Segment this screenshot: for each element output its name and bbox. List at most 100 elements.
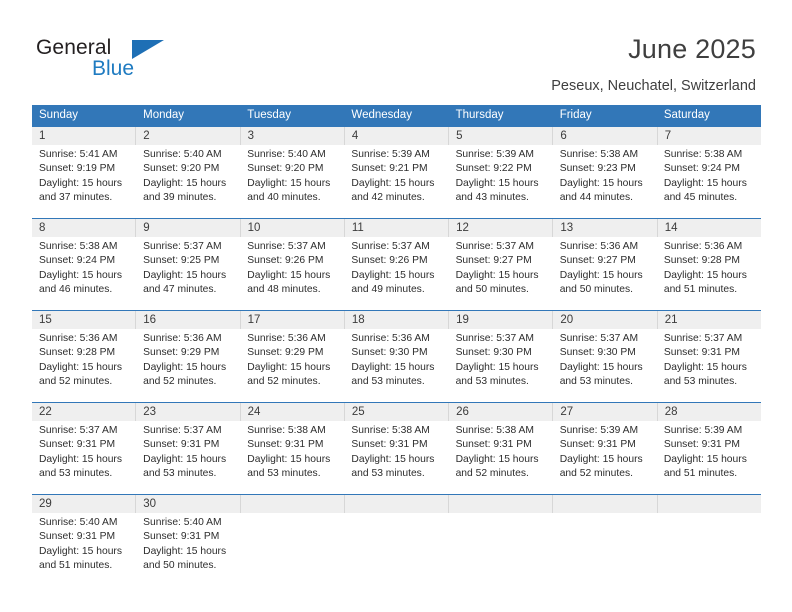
weekday-header-sunday: Sunday xyxy=(39,109,79,121)
day-sun-info: Sunrise: 5:38 AM Sunset: 9:31 PM Dayligh… xyxy=(247,425,331,480)
day-sun-info-empty xyxy=(240,513,344,577)
day-number[interactable]: 12 xyxy=(448,219,552,237)
day-number[interactable]: 10 xyxy=(239,219,344,237)
calendar-grid: Sunday Monday Tuesday Wednesday Thursday… xyxy=(32,105,761,577)
day-sun-info: Sunrise: 5:37 AM Sunset: 9:27 PM Dayligh… xyxy=(455,241,539,296)
week-info-band: Sunrise: 5:40 AM Sunset: 9:31 PM Dayligh… xyxy=(32,513,761,577)
day-sun-info: Sunrise: 5:39 AM Sunset: 9:31 PM Dayligh… xyxy=(663,425,747,480)
day-sun-info: Sunrise: 5:36 AM Sunset: 9:29 PM Dayligh… xyxy=(143,333,227,388)
week-row: 8 9 10 11 12 13 14 Sunrise: 5:38 AM Suns… xyxy=(32,218,761,301)
week-row: 22 23 24 25 26 27 28 Sunrise: 5:37 AM Su… xyxy=(32,402,761,485)
day-sun-info: Sunrise: 5:37 AM Sunset: 9:26 PM Dayligh… xyxy=(351,241,435,296)
week-daynumber-band: 8 9 10 11 12 13 14 xyxy=(32,219,761,237)
day-sun-info: Sunrise: 5:37 AM Sunset: 9:31 PM Dayligh… xyxy=(663,333,747,388)
day-number[interactable]: 19 xyxy=(448,311,552,329)
day-number[interactable]: 5 xyxy=(448,127,552,145)
day-sun-info: Sunrise: 5:37 AM Sunset: 9:31 PM Dayligh… xyxy=(143,425,227,480)
week-daynumber-band: 1 2 3 4 5 6 7 xyxy=(32,127,761,145)
day-number[interactable]: 16 xyxy=(135,311,239,329)
day-sun-info: Sunrise: 5:37 AM Sunset: 9:30 PM Dayligh… xyxy=(559,333,643,388)
day-sun-info: Sunrise: 5:36 AM Sunset: 9:30 PM Dayligh… xyxy=(351,333,435,388)
page-subtitle-location: Peseux, Neuchatel, Switzerland xyxy=(551,78,756,94)
week-info-band: Sunrise: 5:36 AM Sunset: 9:28 PM Dayligh… xyxy=(32,329,761,393)
day-sun-info: Sunrise: 5:37 AM Sunset: 9:31 PM Dayligh… xyxy=(39,425,122,480)
day-number[interactable]: 4 xyxy=(343,127,448,145)
week-daynumber-band: 29 30 xyxy=(32,495,761,513)
weekday-header-thursday: Thursday xyxy=(455,109,504,121)
day-number[interactable]: 22 xyxy=(32,403,135,421)
day-sun-info: Sunrise: 5:40 AM Sunset: 9:31 PM Dayligh… xyxy=(39,517,122,572)
weekday-header-wednesday: Wednesday xyxy=(351,109,412,121)
day-sun-info-empty xyxy=(553,513,657,577)
logo-text-blue: Blue xyxy=(92,57,135,80)
day-number[interactable]: 1 xyxy=(32,127,135,145)
weekday-header-saturday: Saturday xyxy=(663,109,710,121)
day-sun-info: Sunrise: 5:37 AM Sunset: 9:26 PM Dayligh… xyxy=(247,241,331,296)
day-number-empty xyxy=(656,495,761,513)
day-number-empty xyxy=(239,495,344,513)
weekday-header-friday: Friday xyxy=(559,109,592,121)
general-blue-logo[interactable]: General Blue xyxy=(36,36,166,84)
day-number[interactable]: 20 xyxy=(552,311,656,329)
week-info-band: Sunrise: 5:38 AM Sunset: 9:24 PM Dayligh… xyxy=(32,237,761,301)
day-sun-info: Sunrise: 5:40 AM Sunset: 9:20 PM Dayligh… xyxy=(143,149,227,204)
weekday-header-tuesday: Tuesday xyxy=(247,109,291,121)
week-daynumber-band: 15 16 17 18 19 20 21 xyxy=(32,311,761,329)
week-row: 1 2 3 4 5 6 7 Sunrise: 5:41 AM Sunset: 9… xyxy=(32,126,761,209)
day-sun-info: Sunrise: 5:37 AM Sunset: 9:25 PM Dayligh… xyxy=(143,241,227,296)
day-number[interactable]: 27 xyxy=(552,403,656,421)
calendar-page: General Blue June 2025 Peseux, Neuchatel… xyxy=(0,0,792,612)
day-number[interactable]: 21 xyxy=(656,311,761,329)
day-sun-info: Sunrise: 5:37 AM Sunset: 9:30 PM Dayligh… xyxy=(455,333,539,388)
day-number[interactable]: 30 xyxy=(135,495,239,513)
week-info-band: Sunrise: 5:37 AM Sunset: 9:31 PM Dayligh… xyxy=(32,421,761,485)
day-sun-info: Sunrise: 5:39 AM Sunset: 9:21 PM Dayligh… xyxy=(351,149,435,204)
page-title: June 2025 xyxy=(628,34,756,64)
day-number[interactable]: 17 xyxy=(239,311,344,329)
day-sun-info-empty xyxy=(657,513,761,577)
day-number[interactable]: 8 xyxy=(32,219,135,237)
day-sun-info: Sunrise: 5:36 AM Sunset: 9:29 PM Dayligh… xyxy=(247,333,331,388)
day-sun-info: Sunrise: 5:38 AM Sunset: 9:31 PM Dayligh… xyxy=(455,425,539,480)
day-number[interactable]: 13 xyxy=(552,219,656,237)
week-row: 15 16 17 18 19 20 21 Sunrise: 5:36 AM Su… xyxy=(32,310,761,393)
day-number[interactable]: 29 xyxy=(32,495,135,513)
day-sun-info: Sunrise: 5:38 AM Sunset: 9:24 PM Dayligh… xyxy=(663,149,747,204)
day-number[interactable]: 11 xyxy=(343,219,448,237)
weekday-header-monday: Monday xyxy=(143,109,185,121)
day-sun-info: Sunrise: 5:36 AM Sunset: 9:27 PM Dayligh… xyxy=(559,241,643,296)
day-number[interactable]: 14 xyxy=(656,219,761,237)
day-number[interactable]: 23 xyxy=(135,403,239,421)
day-number[interactable]: 26 xyxy=(448,403,552,421)
day-number[interactable]: 9 xyxy=(135,219,239,237)
day-number[interactable]: 28 xyxy=(656,403,761,421)
day-sun-info-empty xyxy=(449,513,553,577)
week-daynumber-band: 22 23 24 25 26 27 28 xyxy=(32,403,761,421)
day-sun-info: Sunrise: 5:39 AM Sunset: 9:22 PM Dayligh… xyxy=(455,149,539,204)
week-row: 29 30 Sunrise: 5:40 AM Sunset: 9:31 PM D… xyxy=(32,494,761,577)
day-number[interactable]: 6 xyxy=(552,127,656,145)
day-sun-info: Sunrise: 5:36 AM Sunset: 9:28 PM Dayligh… xyxy=(663,241,747,296)
logo-triangle-icon xyxy=(132,40,164,59)
day-sun-info: Sunrise: 5:38 AM Sunset: 9:31 PM Dayligh… xyxy=(351,425,435,480)
day-sun-info-empty xyxy=(344,513,448,577)
day-number-empty xyxy=(343,495,448,513)
day-number[interactable]: 18 xyxy=(343,311,448,329)
day-number[interactable]: 15 xyxy=(32,311,135,329)
weekday-header-row: Sunday Monday Tuesday Wednesday Thursday… xyxy=(32,105,761,126)
page-header: General Blue June 2025 Peseux, Neuchatel… xyxy=(0,0,792,100)
day-number[interactable]: 2 xyxy=(135,127,239,145)
day-sun-info: Sunrise: 5:36 AM Sunset: 9:28 PM Dayligh… xyxy=(39,333,122,388)
day-number-empty xyxy=(448,495,552,513)
day-sun-info: Sunrise: 5:40 AM Sunset: 9:31 PM Dayligh… xyxy=(143,517,227,572)
day-number[interactable]: 3 xyxy=(239,127,344,145)
day-sun-info: Sunrise: 5:38 AM Sunset: 9:24 PM Dayligh… xyxy=(39,241,122,296)
day-sun-info: Sunrise: 5:39 AM Sunset: 9:31 PM Dayligh… xyxy=(559,425,643,480)
day-number-empty xyxy=(552,495,656,513)
day-sun-info: Sunrise: 5:38 AM Sunset: 9:23 PM Dayligh… xyxy=(559,149,643,204)
day-number[interactable]: 25 xyxy=(343,403,448,421)
day-sun-info: Sunrise: 5:41 AM Sunset: 9:19 PM Dayligh… xyxy=(39,149,122,204)
day-number[interactable]: 24 xyxy=(239,403,344,421)
day-number[interactable]: 7 xyxy=(656,127,761,145)
day-sun-info: Sunrise: 5:40 AM Sunset: 9:20 PM Dayligh… xyxy=(247,149,331,204)
